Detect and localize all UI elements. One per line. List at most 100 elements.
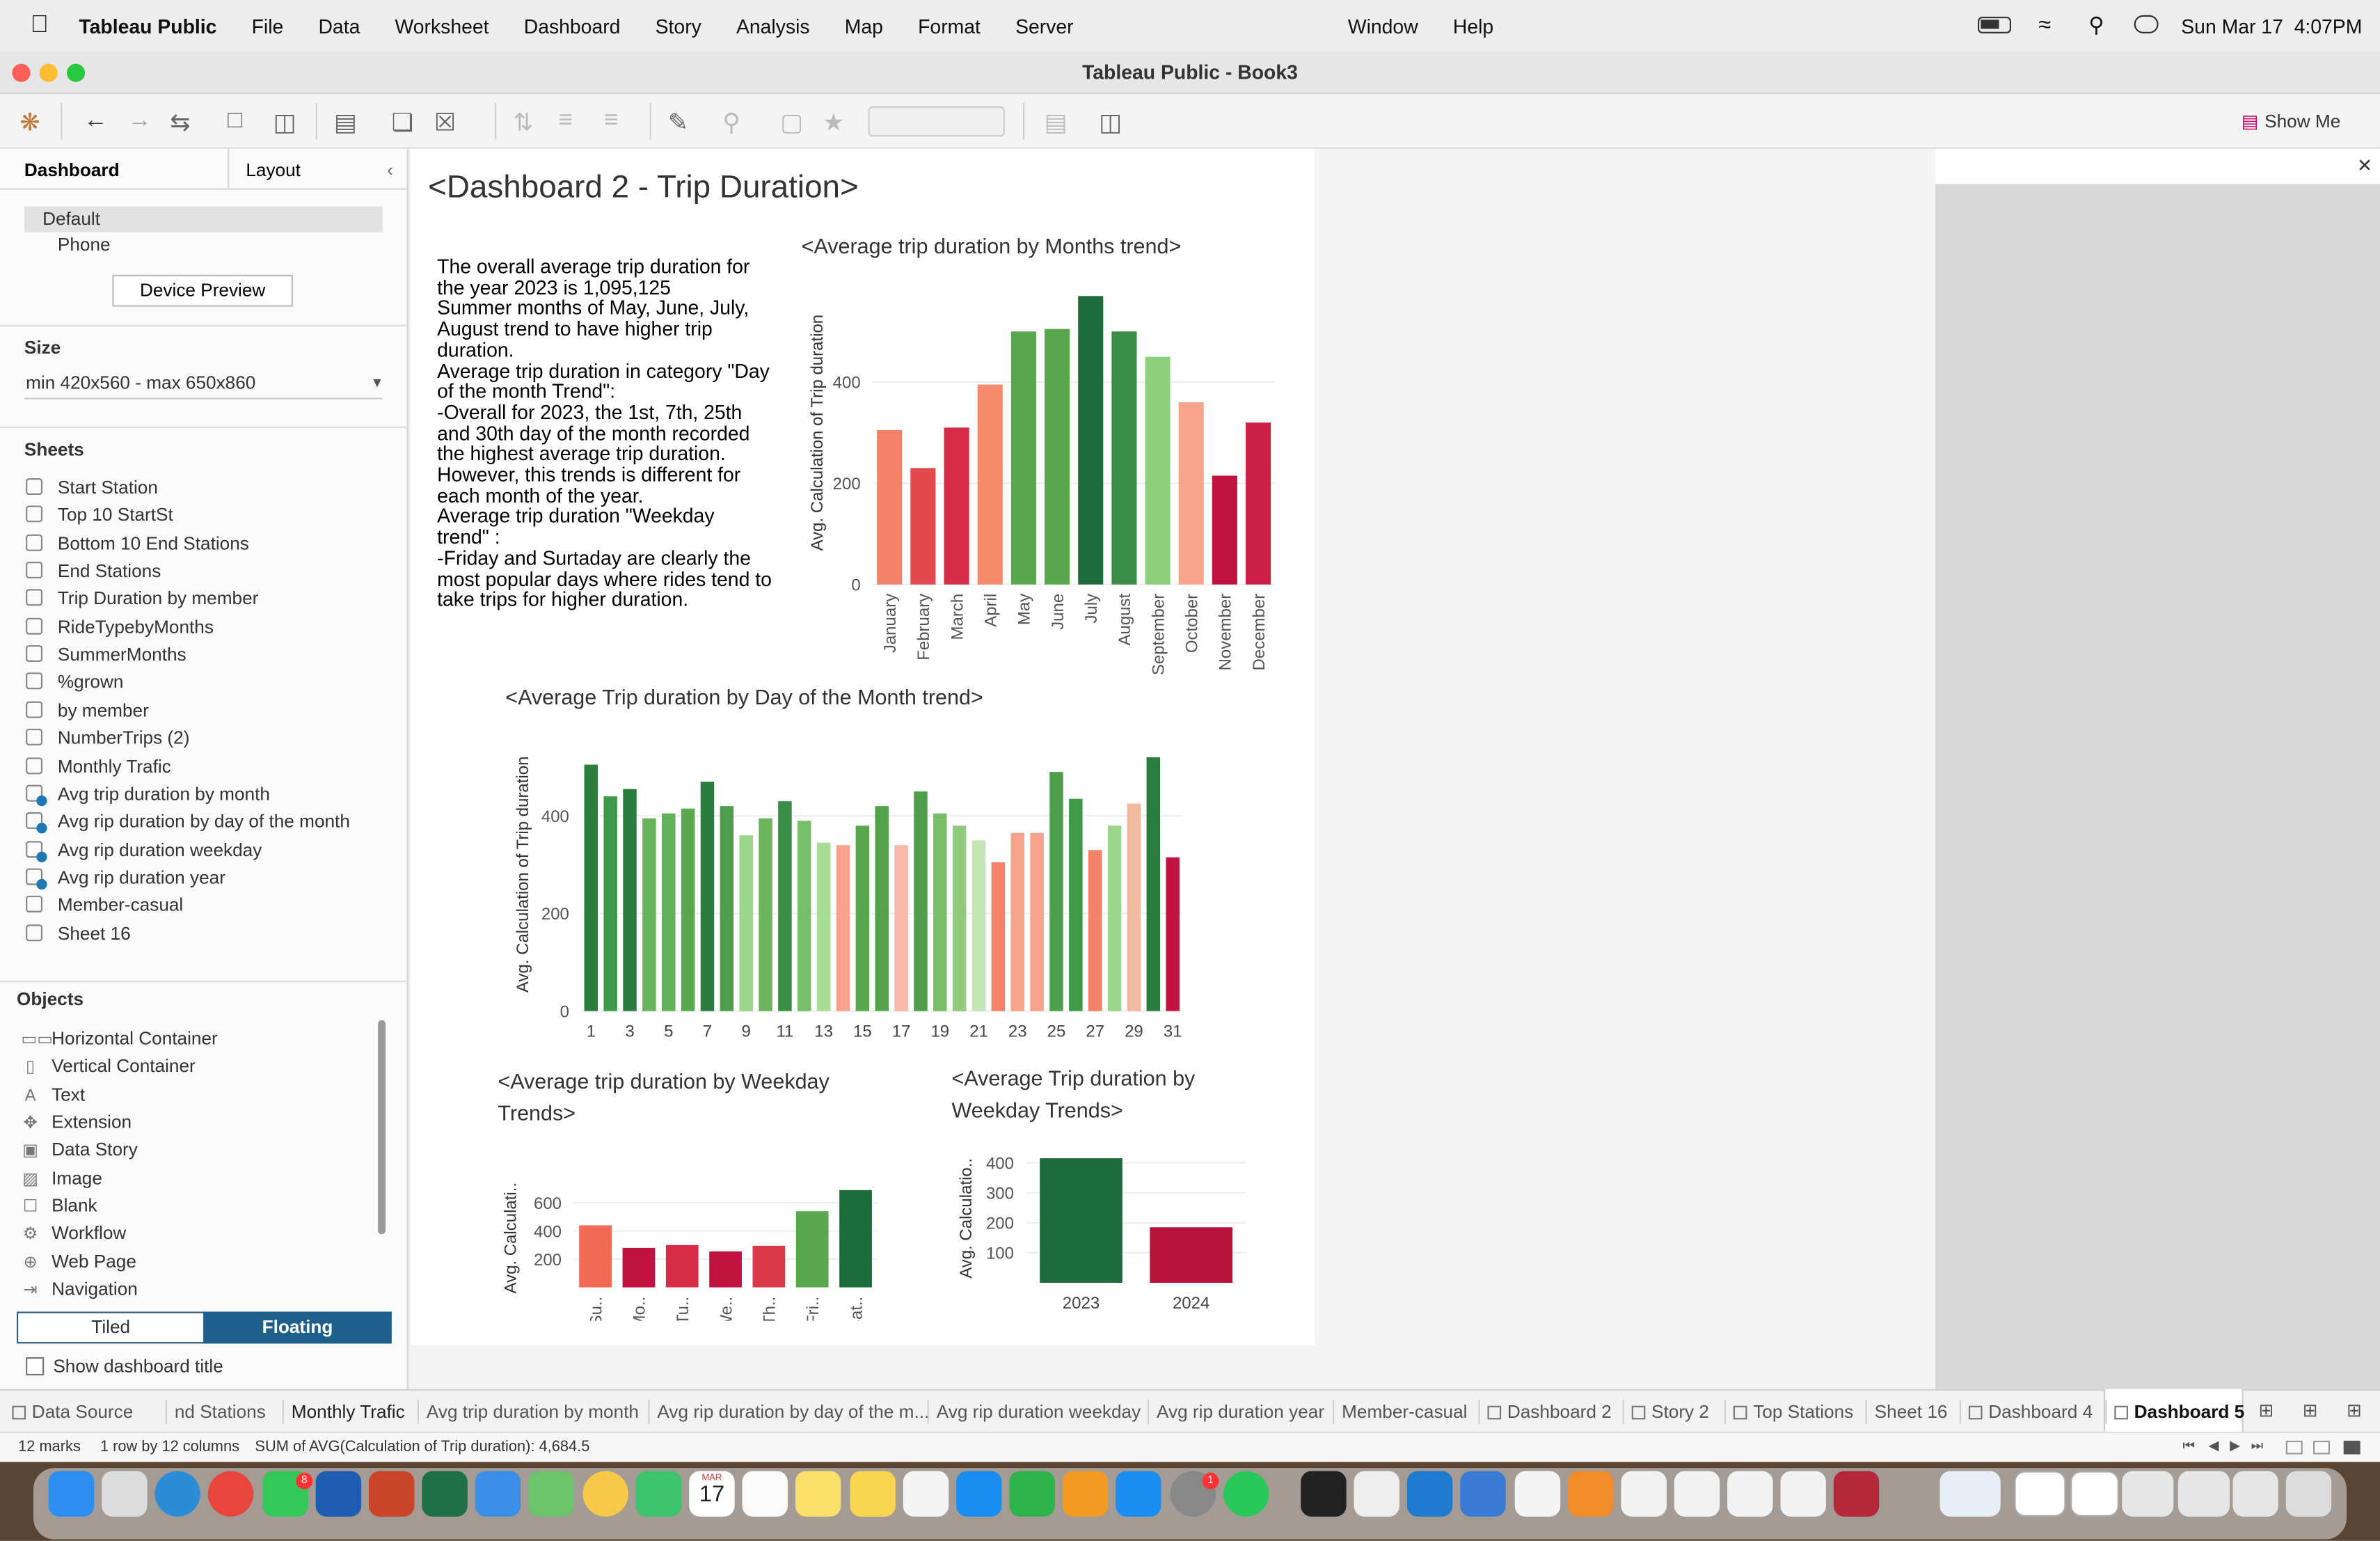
trash-icon[interactable]: [2285, 1471, 2332, 1517]
bar[interactable]: [579, 1225, 612, 1288]
powerpoint-icon[interactable]: [369, 1471, 415, 1517]
downloads-folder-icon[interactable]: [1939, 1471, 2001, 1517]
sheet-item[interactable]: Avg rip duration year: [26, 867, 225, 890]
battery-icon[interactable]: [1977, 16, 2011, 33]
word-icon[interactable]: [315, 1471, 362, 1517]
show-cards-icon[interactable]: ▤: [1045, 108, 1068, 139]
sheet-tab[interactable]: Member-casual: [1342, 1401, 1467, 1423]
bar[interactable]: [816, 842, 831, 1011]
bar[interactable]: [971, 840, 986, 1011]
dictionary-icon[interactable]: [1833, 1471, 1880, 1517]
redo-icon[interactable]: →: [127, 108, 152, 135]
show-sheet-sorter-icon[interactable]: [2285, 1440, 2303, 1455]
bar[interactable]: [700, 782, 715, 1011]
object-item[interactable]: ⇥ Navigation: [22, 1279, 138, 1300]
sheet-item[interactable]: Avg trip duration by month: [26, 783, 270, 806]
bar[interactable]: [622, 1247, 656, 1288]
objects-scrollbar[interactable]: [378, 1020, 386, 1235]
calendar-icon[interactable]: MAR 17: [689, 1471, 735, 1517]
sheet-tab[interactable]: Top Stations: [1733, 1401, 1853, 1423]
tableau-icon[interactable]: [1674, 1471, 1720, 1517]
bar[interactable]: [681, 808, 695, 1011]
bar[interactable]: [1030, 832, 1044, 1011]
menu-story[interactable]: Story: [656, 15, 701, 38]
next-sheet-icon[interactable]: ▶: [2230, 1438, 2240, 1455]
facetime-icon[interactable]: [635, 1471, 682, 1517]
save-icon[interactable]: □: [228, 108, 242, 135]
collapse-panel-icon[interactable]: ‹: [387, 159, 393, 181]
sheet-item[interactable]: Monthly Trafic: [26, 755, 171, 777]
bar[interactable]: [877, 429, 903, 585]
bar[interactable]: [1049, 772, 1063, 1011]
sheet-item[interactable]: %grown: [26, 672, 123, 693]
bar[interactable]: [623, 789, 637, 1011]
sheet-tab[interactable]: Monthly Trafic: [292, 1401, 405, 1423]
object-item[interactable]: ▯ Vertical Container: [22, 1056, 196, 1077]
window-thumbnail-icon[interactable]: [2232, 1471, 2278, 1517]
bar[interactable]: [1127, 803, 1141, 1011]
mail-icon[interactable]: [475, 1471, 521, 1517]
object-item[interactable]: ☐ Blank: [22, 1195, 97, 1217]
menu-window[interactable]: Window: [1348, 15, 1418, 38]
show-tabs-icon[interactable]: [2343, 1440, 2361, 1455]
chevron-down-icon[interactable]: ▼: [370, 375, 383, 390]
bar[interactable]: [1145, 356, 1171, 585]
sort-descending-icon[interactable]: ≡: [604, 108, 618, 135]
new-worksheet-icon[interactable]: ▤: [334, 108, 357, 139]
previous-sheet-icon[interactable]: ◀: [2209, 1438, 2219, 1455]
sheet-item[interactable]: NumberTrips (2): [26, 727, 189, 749]
sheet-item[interactable]: RideTypebyMonths: [26, 616, 214, 638]
sheet-item[interactable]: Member-casual: [26, 894, 183, 916]
bar[interactable]: [855, 825, 870, 1011]
new-dashboard-tab-icon[interactable]: ⊞: [2303, 1400, 2318, 1421]
bar[interactable]: [709, 1251, 742, 1288]
menu-server[interactable]: Server: [1015, 15, 1074, 38]
window-thumbnail-icon[interactable]: [2014, 1471, 2066, 1517]
bar[interactable]: [1146, 757, 1161, 1011]
bar[interactable]: [977, 384, 1003, 585]
terminal-icon[interactable]: [1301, 1471, 1347, 1517]
clear-sheet-icon[interactable]: ☒: [434, 108, 456, 139]
app-store-icon[interactable]: [1116, 1471, 1161, 1517]
swap-rows-columns-icon[interactable]: ⇅: [513, 108, 533, 139]
bar[interactable]: [875, 806, 889, 1011]
bar[interactable]: [1010, 331, 1036, 585]
close-window-button[interactable]: [12, 63, 31, 82]
pin-axes-icon[interactable]: ★: [823, 108, 844, 139]
pages-icon[interactable]: [1062, 1471, 1109, 1517]
sheet-tab[interactable]: Avg rip duration year: [1157, 1401, 1324, 1423]
tableau-icon[interactable]: [1727, 1471, 1773, 1517]
sheet-item[interactable]: by member: [26, 700, 149, 721]
bar[interactable]: [894, 845, 908, 1011]
wifi-icon[interactable]: ≈: [2038, 12, 2051, 38]
show-title-checkbox[interactable]: [26, 1357, 45, 1376]
bar[interactable]: [839, 1190, 872, 1288]
menu-help[interactable]: Help: [1453, 15, 1493, 38]
textedit-icon[interactable]: [1354, 1471, 1399, 1517]
whatsapp-icon[interactable]: [1223, 1471, 1269, 1517]
zoom-window-button[interactable]: [66, 63, 86, 82]
vscode-icon[interactable]: [1406, 1471, 1453, 1517]
bar[interactable]: [795, 1211, 829, 1288]
menu-map[interactable]: Map: [845, 15, 883, 38]
sheet-item[interactable]: Top 10 StartSt: [26, 505, 173, 525]
window-thumbnail-icon[interactable]: [2177, 1471, 2230, 1517]
show-filmstrip-icon[interactable]: [2313, 1440, 2331, 1455]
object-item[interactable]: ▭▭Horizontal Container: [22, 1028, 218, 1050]
app-menu[interactable]: Tableau Public: [79, 15, 216, 38]
device-phone[interactable]: Phone: [58, 234, 111, 255]
bar[interactable]: [933, 813, 947, 1011]
group-icon[interactable]: ⚲: [722, 108, 740, 139]
bar[interactable]: [1010, 832, 1025, 1011]
bar[interactable]: [1212, 475, 1237, 585]
sheet-item[interactable]: SummerMonths: [26, 644, 187, 665]
object-item[interactable]: ✥ Extension: [22, 1112, 132, 1133]
duplicate-sheet-icon[interactable]: ❏: [392, 108, 413, 139]
last-sheet-icon[interactable]: ⏭: [2251, 1438, 2264, 1455]
freeform-icon[interactable]: [903, 1471, 949, 1517]
sheet-tab[interactable]: Sheet 16: [1875, 1401, 1948, 1423]
bar[interactable]: [1044, 329, 1070, 585]
sheet-item[interactable]: End Stations: [26, 560, 161, 581]
sheet-tab[interactable]: nd Stations: [175, 1401, 266, 1423]
menu-format[interactable]: Format: [918, 15, 981, 38]
